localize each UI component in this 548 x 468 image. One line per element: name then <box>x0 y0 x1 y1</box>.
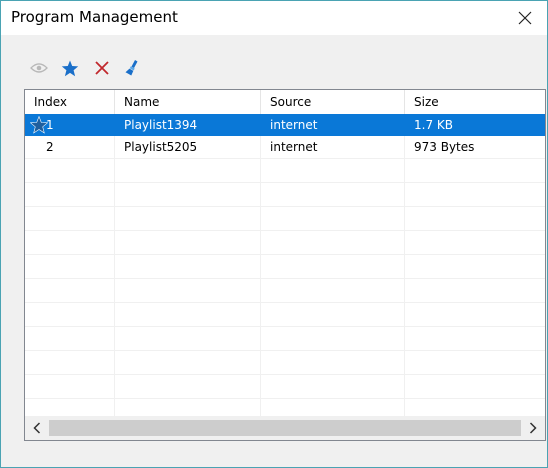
clear-icon <box>125 60 138 76</box>
close-icon <box>518 11 532 25</box>
scroll-thumb[interactable] <box>49 420 521 436</box>
cell-name: Playlist5205 <box>124 140 198 154</box>
favorite-button[interactable] <box>58 57 82 79</box>
cell-size: 1.7 KB <box>414 118 453 132</box>
toolbar <box>1 55 547 81</box>
column-header-name[interactable]: Name <box>115 90 261 114</box>
scroll-left-button[interactable] <box>25 416 49 440</box>
clear-button[interactable] <box>121 57 145 79</box>
grid-line <box>25 278 545 279</box>
column-header-index[interactable]: Index <box>25 90 115 114</box>
column-header-size[interactable]: Size <box>405 90 545 114</box>
table-row-2[interactable]: 2 Playlist5205 internet 973 Bytes <box>25 136 545 158</box>
window-title: Program Management <box>11 8 178 26</box>
chevron-left-icon <box>33 422 41 434</box>
close-button[interactable] <box>503 1 547 35</box>
star-icon <box>61 60 79 76</box>
grid-line <box>25 158 545 159</box>
cell-size: 973 Bytes <box>414 140 475 154</box>
table-row-1[interactable]: 1 Playlist1394 internet 1.7 KB <box>25 114 545 136</box>
scroll-right-button[interactable] <box>521 416 545 440</box>
title-bar: Program Management <box>1 1 547 35</box>
grid-line <box>25 230 545 231</box>
grid-line <box>25 302 545 303</box>
grid-line <box>25 254 545 255</box>
eye-icon <box>30 63 48 73</box>
view-button[interactable] <box>27 57 51 79</box>
cell-index: 1 <box>46 118 54 132</box>
grid-line <box>25 326 545 327</box>
column-header-source[interactable]: Source <box>261 90 405 114</box>
grid-line <box>25 206 545 207</box>
grid-line <box>25 398 545 399</box>
table-header: Index Name Source Size <box>25 90 545 114</box>
cell-name: Playlist1394 <box>124 118 198 132</box>
chevron-right-icon <box>529 422 537 434</box>
program-management-dialog: Program Management Index Name Source Siz… <box>0 0 548 468</box>
cell-source: internet <box>270 140 318 154</box>
grid-line <box>25 182 545 183</box>
horizontal-scrollbar[interactable] <box>25 416 545 440</box>
program-table: Index Name Source Size 1 Playlist1394 in… <box>24 89 546 441</box>
delete-button[interactable] <box>90 57 114 79</box>
cell-index: 2 <box>46 140 54 154</box>
grid-line <box>25 374 545 375</box>
delete-icon <box>95 61 109 75</box>
cell-source: internet <box>270 118 318 132</box>
grid-line <box>25 350 545 351</box>
